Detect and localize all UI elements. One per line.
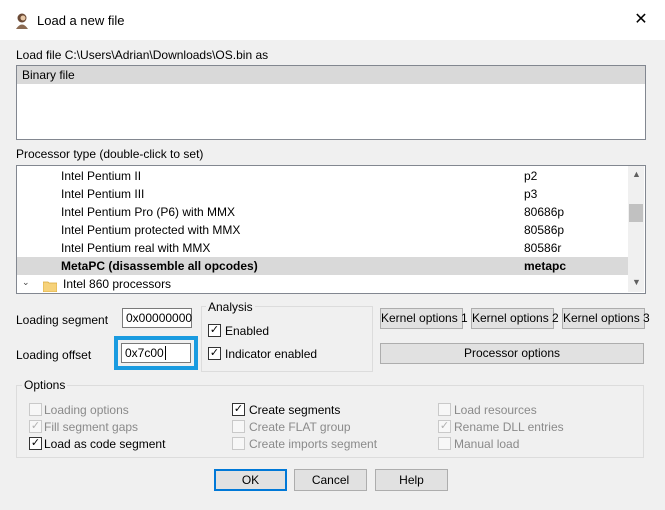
processor-type-label: Processor type (double-click to set) (16, 147, 204, 161)
title-bar: Load a new file ✕ (0, 0, 665, 40)
text-cursor (164, 346, 166, 360)
processor-name: Intel Pentium II (61, 169, 142, 183)
list-item[interactable]: Intel Pentium II p2 (17, 167, 629, 185)
indicator-enabled-checkbox[interactable]: ✓ (208, 347, 221, 360)
manual-load-checkbox (438, 437, 451, 450)
analysis-title: Analysis (206, 300, 255, 314)
kernel-options-1-button[interactable]: Kernel options 1 (380, 308, 468, 329)
processor-name: Intel Pentium protected with MMX (61, 223, 241, 237)
processor-code: p3 (524, 187, 538, 201)
processor-code: 80686p (524, 205, 565, 219)
window-title: Load a new file (37, 13, 125, 28)
list-item-selected[interactable]: MetaPC (disassemble all opcodes) metapc (17, 257, 629, 275)
load-as-code-segment-checkbox[interactable]: ✓ (29, 437, 42, 450)
list-item[interactable]: Intel Pentium Pro (P6) with MMX 80686p (17, 203, 629, 221)
rename-dll-entries-label: Rename DLL entries (454, 420, 564, 434)
processor-name: MetaPC (disassemble all opcodes) (61, 259, 258, 273)
processor-name: Intel 860 processors (63, 277, 172, 291)
create-imports-segment-checkbox (232, 437, 245, 450)
processor-list[interactable]: Intel Pentium II p2 Intel Pentium III p3… (16, 165, 646, 294)
help-button[interactable]: Help (375, 469, 448, 491)
loading-segment-input[interactable]: 0x00000000 (122, 308, 192, 328)
processor-options-button[interactable]: Processor options (380, 343, 644, 364)
processor-code: 80586r (524, 241, 562, 255)
kernel-options-3-button[interactable]: Kernel options 3 (562, 308, 650, 329)
processor-code: 80586p (524, 223, 565, 237)
list-item[interactable]: Intel Pentium real with MMX 80586r (17, 239, 629, 257)
list-item-folder[interactable]: ⌄ Intel 860 processors (17, 275, 629, 293)
rename-dll-entries-checkbox: ✓ (438, 420, 451, 433)
loading-offset-label: Loading offset (16, 348, 92, 362)
processor-code: p2 (524, 169, 538, 183)
manual-load-label: Manual load (454, 437, 520, 451)
create-flat-group-checkbox (232, 420, 245, 433)
processor-name: Intel Pentium III (61, 187, 145, 201)
analysis-group (201, 306, 373, 372)
list-item[interactable]: Intel Pentium protected with MMX 80586p (17, 221, 629, 239)
load-resources-checkbox (438, 403, 451, 416)
vertical-scrollbar[interactable]: ▲ ▼ (628, 166, 644, 292)
analysis-enabled-checkbox[interactable]: ✓ (208, 324, 221, 337)
loading-options-label: Loading options (44, 403, 129, 417)
create-flat-group-label: Create FLAT group (249, 420, 351, 434)
offset-value: 0x7c00 (125, 346, 164, 360)
list-item[interactable]: Intel Pentium III p3 (17, 185, 629, 203)
load-resources-label: Load resources (454, 403, 537, 417)
list-item[interactable]: Binary file (17, 66, 645, 84)
indicator-enabled-label: Indicator enabled (225, 347, 318, 361)
loading-offset-input[interactable]: 0x7c00 (121, 343, 191, 363)
options-title: Options (22, 378, 68, 392)
fill-segment-gaps-label: Fill segment gaps (44, 420, 139, 434)
loading-segment-label: Loading segment (16, 313, 109, 327)
analysis-enabled-label: Enabled (225, 324, 270, 338)
load-as-code-segment-label: Load as code segment (44, 437, 166, 451)
app-icon (13, 12, 31, 30)
close-icon[interactable]: ✕ (630, 9, 652, 31)
processor-name: Intel Pentium real with MMX (61, 241, 211, 255)
create-segments-label: Create segments (249, 403, 341, 417)
fill-segment-gaps-checkbox: ✓ (29, 420, 42, 433)
cancel-button[interactable]: Cancel (294, 469, 367, 491)
scrollbar-thumb[interactable] (629, 204, 643, 222)
loading-options-checkbox (29, 403, 42, 416)
create-segments-checkbox[interactable]: ✓ (232, 403, 245, 416)
load-file-label: Load file C:\Users\Adrian\Downloads\OS.b… (16, 48, 269, 62)
processor-code: metapc (524, 259, 567, 273)
scroll-up-icon[interactable]: ▲ (632, 169, 641, 179)
folder-icon (42, 279, 58, 293)
file-type-list[interactable]: Binary file (16, 65, 646, 140)
scroll-down-icon[interactable]: ▼ (632, 277, 641, 287)
create-imports-segment-label: Create imports segment (249, 437, 378, 451)
ok-button[interactable]: OK (214, 469, 287, 491)
processor-name: Intel Pentium Pro (P6) with MMX (61, 205, 236, 219)
kernel-options-2-button[interactable]: Kernel options 2 (471, 308, 559, 329)
chevron-down-icon[interactable]: ⌄ (22, 278, 30, 287)
